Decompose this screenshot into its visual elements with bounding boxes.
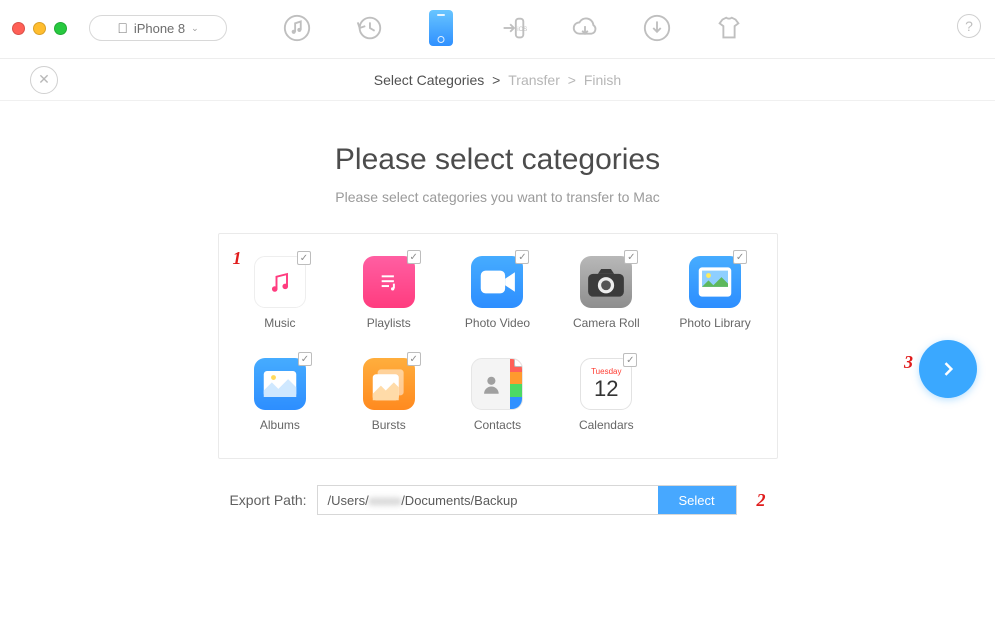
path-prefix: /Users/ [328,493,369,508]
path-suffix: /Documents/Backup [401,493,517,508]
phone-icon [429,10,453,46]
category-label: Contacts [474,418,521,432]
category-label: Bursts [372,418,406,432]
chevron-right-icon [938,359,958,379]
chevron-down-icon: ⌄ [191,23,199,34]
annotation-2: 2 [757,490,766,511]
breadcrumb-sep: > [488,72,504,88]
checkbox-icon: ✓ [515,250,529,264]
category-panel: 1 ✓ Music ✓ Playlists ✓ Photo Video [218,233,778,459]
checkbox-icon: ✓ [298,352,312,366]
export-path-box: /Users/xxxxx/Documents/Backup Select [317,485,737,515]
category-label: Calendars [579,418,634,432]
contacts-icon: ✓ [471,358,523,410]
window-minimize-button[interactable] [33,22,46,35]
bursts-icon: ✓ [363,358,415,410]
toolbar-nav: iOS [280,0,935,56]
apple-logo-icon:  [117,20,128,36]
category-label: Camera Roll [573,316,640,330]
window-zoom-button[interactable] [54,22,67,35]
select-path-button[interactable]: Select [658,486,736,514]
category-label: Playlists [367,316,411,330]
category-label: Music [264,316,295,330]
next-button[interactable] [919,340,977,398]
device-selector[interactable]:  iPhone 8 ⌄ [89,15,227,41]
photo-video-icon: ✓ [471,256,523,308]
window-close-button[interactable] [12,22,25,35]
music-icon: ✓ [254,256,306,308]
camera-roll-icon: ✓ [580,256,632,308]
breadcrumb-row: ✕ Select Categories > Transfer > Finish [0,59,995,101]
checkbox-icon: ✓ [624,250,638,264]
annotation-1: 1 [233,248,242,269]
checkbox-icon: ✓ [407,250,421,264]
category-grid: ✓ Music ✓ Playlists ✓ Photo Video ✓ Came… [243,256,753,432]
download-nav-icon[interactable] [640,11,674,45]
traffic-lights [12,22,67,35]
category-bursts[interactable]: ✓ Bursts [351,358,426,432]
svg-text:iOS: iOS [517,26,527,33]
page-subtitle: Please select categories you want to tra… [0,189,995,205]
breadcrumb: Select Categories > Transfer > Finish [374,72,621,88]
category-contacts[interactable]: ✓ Contacts [460,358,535,432]
category-label: Albums [260,418,300,432]
category-photo-video[interactable]: ✓ Photo Video [460,256,535,330]
category-calendars[interactable]: Tuesday 12 ✓ Calendars [569,358,644,432]
checkbox-icon: ✓ [407,352,421,366]
calendars-icon: Tuesday 12 ✓ [580,358,632,410]
page-title: Please select categories [0,143,995,177]
albums-icon: ✓ [254,358,306,410]
cloud-nav-icon[interactable] [568,11,602,45]
category-label: Photo Library [679,316,750,330]
path-username-blurred: xxxxx [369,493,402,508]
help-button[interactable]: ? [957,14,981,38]
ios-import-nav-icon[interactable]: iOS [496,11,530,45]
checkbox-icon: ✓ [623,353,637,367]
category-camera-roll[interactable]: ✓ Camera Roll [569,256,644,330]
photo-library-icon: ✓ [689,256,741,308]
category-label: Photo Video [465,316,530,330]
calendar-date: 12 [591,377,621,400]
device-nav-icon[interactable] [424,11,458,45]
export-path-input[interactable]: /Users/xxxxx/Documents/Backup [318,486,658,514]
hero-section: Please select categories Please select c… [0,143,995,205]
device-label: iPhone 8 [134,21,185,36]
close-button[interactable]: ✕ [30,66,58,94]
category-photo-library[interactable]: ✓ Photo Library [678,256,753,330]
export-path-label: Export Path: [229,492,306,508]
playlists-icon: ✓ [363,256,415,308]
breadcrumb-step-2: Transfer [508,72,560,88]
tshirt-nav-icon[interactable] [712,11,746,45]
annotation-3: 3 [904,352,913,373]
music-nav-icon[interactable] [280,11,314,45]
category-playlists[interactable]: ✓ Playlists [351,256,426,330]
breadcrumb-sep: > [564,72,580,88]
checkbox-icon: ✓ [733,250,747,264]
category-music[interactable]: ✓ Music [243,256,318,330]
checkbox-icon: ✓ [297,251,311,265]
breadcrumb-step-3: Finish [584,72,621,88]
checkbox-icon: ✓ [514,358,523,367]
category-albums[interactable]: ✓ Albums [243,358,318,432]
top-toolbar:  iPhone 8 ⌄ iOS ? [0,0,995,56]
breadcrumb-step-1: Select Categories [374,72,485,88]
history-nav-icon[interactable] [352,11,386,45]
export-path-row: Export Path: /Users/xxxxx/Documents/Back… [0,485,995,515]
